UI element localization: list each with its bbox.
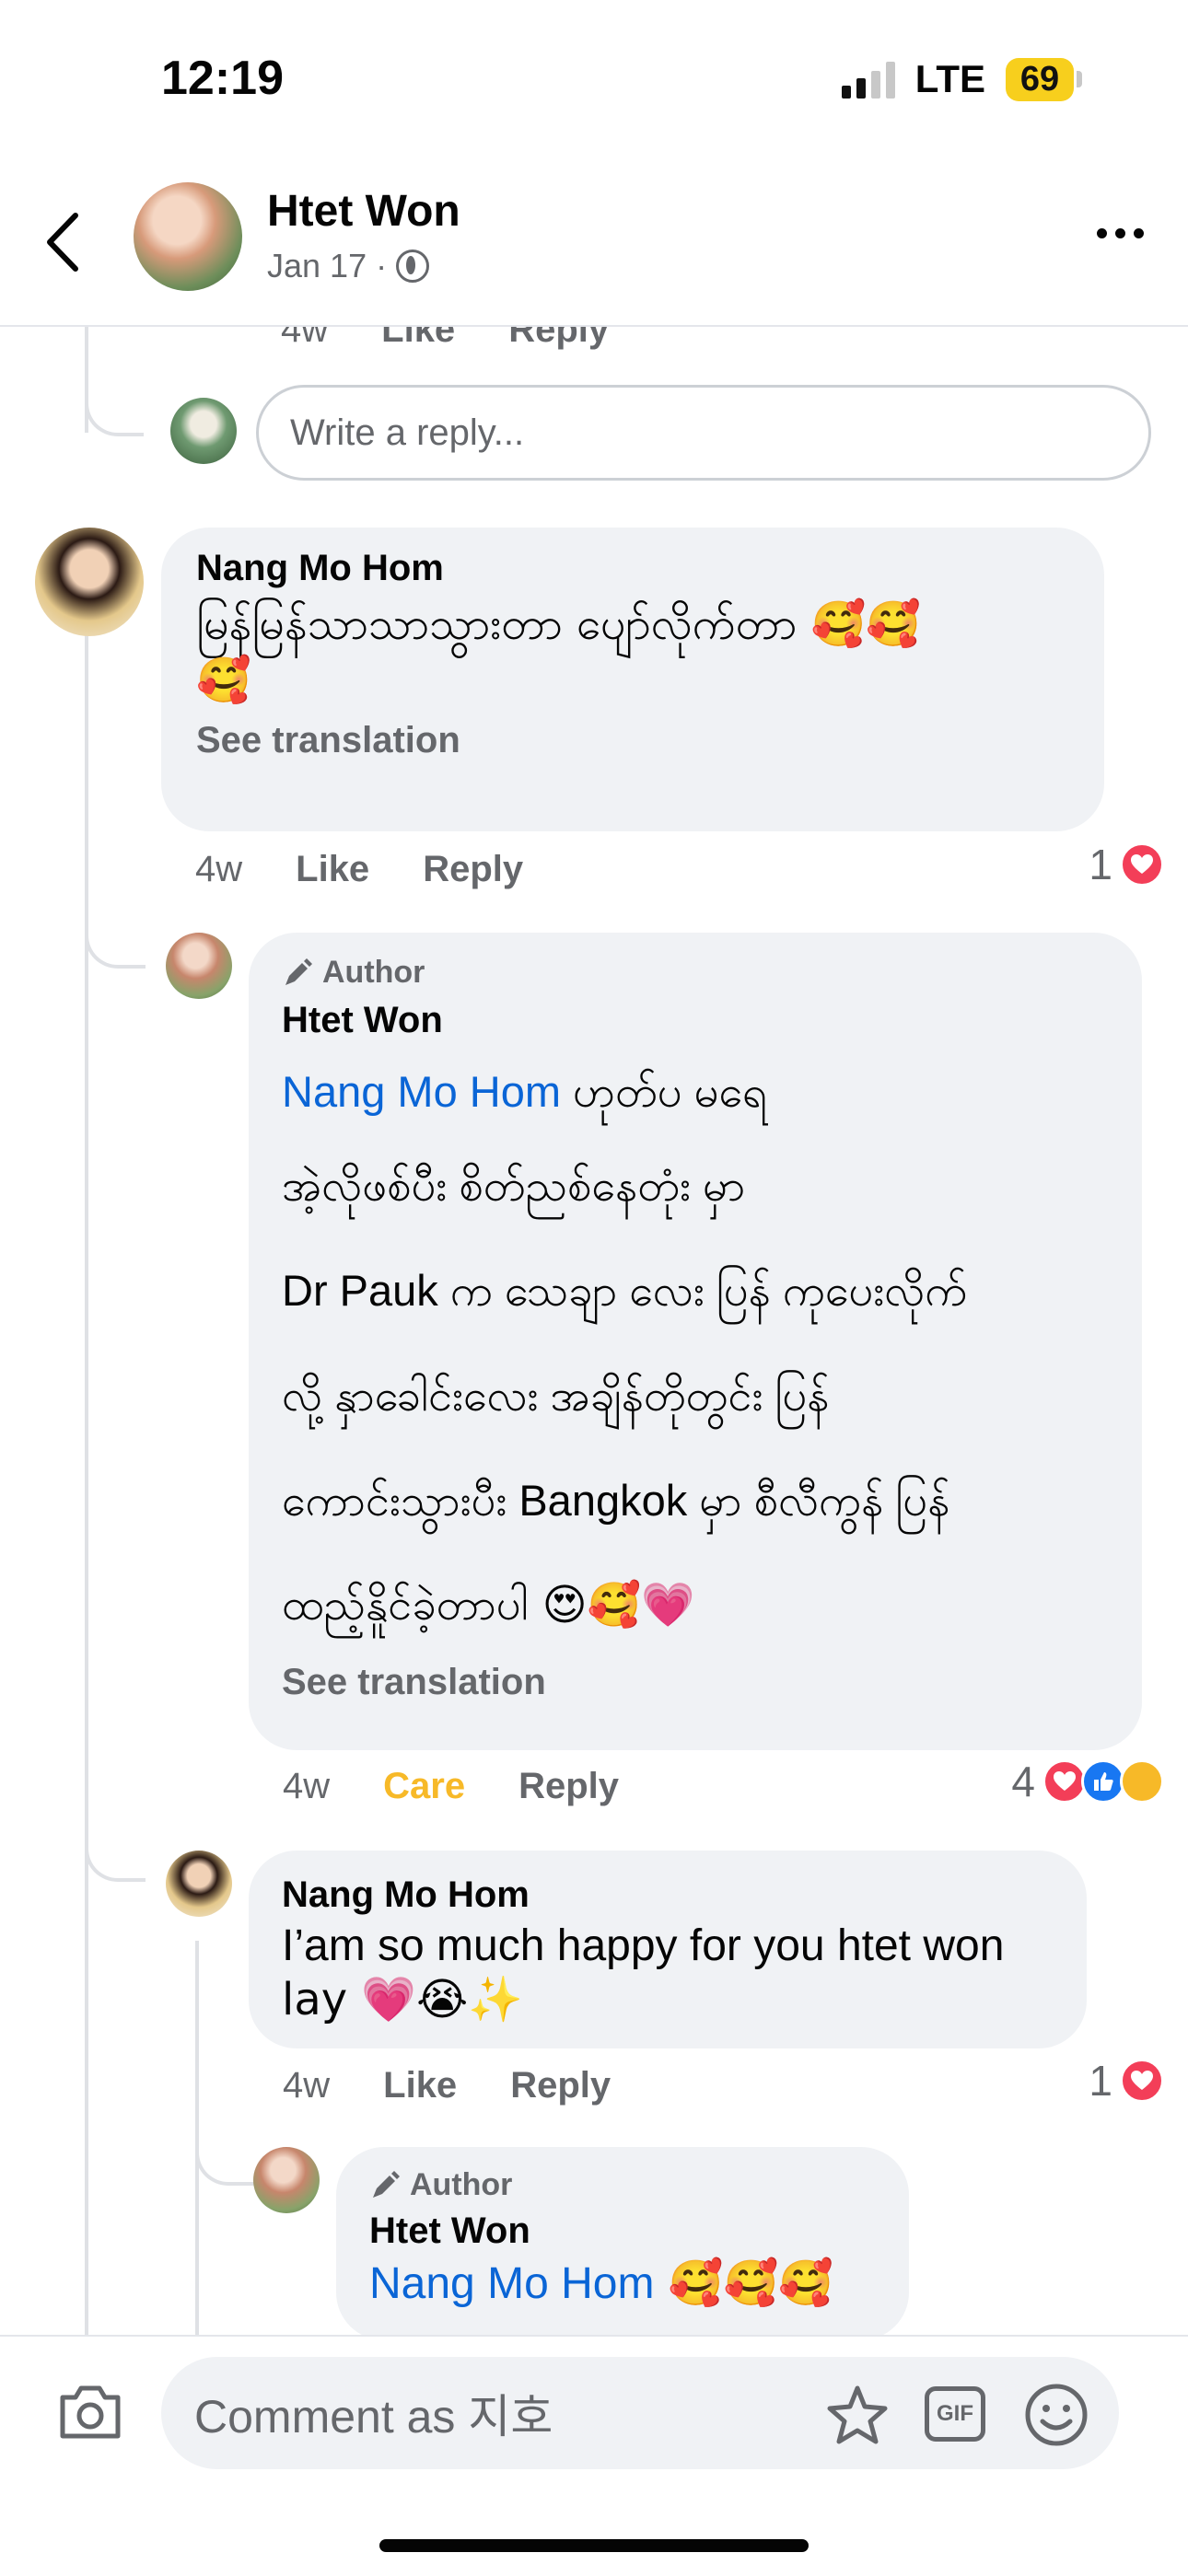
comment-bubble: Nang Mo Hom I’am so much happy for you h…	[249, 1851, 1087, 2048]
comment-line: 🥰	[196, 655, 251, 706]
commenter-name[interactable]: Htet Won	[282, 1000, 1109, 1041]
pen-icon	[285, 957, 312, 985]
commenter-avatar[interactable]	[35, 528, 144, 636]
signal-icon	[841, 60, 895, 99]
sticker-icon[interactable]	[822, 2383, 892, 2447]
see-translation-link[interactable]: See translation	[196, 720, 1069, 761]
thread-elbow	[85, 350, 144, 436]
post-header: Htet Won Jan 17 ·	[0, 166, 1188, 327]
reaction-count: 1	[1089, 841, 1112, 888]
thread-line	[85, 635, 88, 2335]
battery-level: 69	[1006, 57, 1074, 101]
status-time: 12:19	[161, 52, 284, 105]
comment-line: lay 💗😭✨	[282, 1974, 524, 2025]
comment-input-placeholder: Comment as 지호	[194, 2391, 553, 2443]
comment-composer-bar: Comment as 지호 GIF	[0, 2335, 1188, 2576]
comment-line: ထည့်နိူင်ခဲ့တာပါ 😍🥰💗	[282, 1580, 695, 1630]
home-indicator	[379, 2539, 809, 2552]
author-badge: Author	[369, 2167, 876, 2203]
author-avatar[interactable]	[134, 182, 242, 291]
thread-elbow	[85, 1818, 146, 1882]
comment-bubble: Nang Mo Hom မြန်မြန်သာသာသွားတာ ပျော်လိုက…	[161, 528, 1104, 831]
love-reaction-icon	[1042, 1759, 1087, 1804]
comment-actions: 4w Like Reply	[283, 2065, 611, 2106]
like-button[interactable]: Like	[296, 849, 369, 890]
comment-line: 🥰🥰🥰	[654, 2257, 834, 2309]
comment-text: I’am so much happy for you htet won lay …	[282, 1920, 1054, 2026]
comment-time: 4w	[283, 2065, 331, 2106]
meta-separator: ·	[376, 247, 388, 284]
thread-elbow	[195, 2118, 254, 2186]
love-reaction-icon	[1120, 2059, 1164, 2103]
comment-line: အဲ့လိုဖစ်ပီး စိတ်ညစ်နေတုံး မှာ	[282, 1161, 746, 1210]
author-avatar[interactable]	[166, 933, 232, 999]
pen-icon	[373, 2170, 400, 2198]
comment-time: 4w	[195, 849, 243, 889]
comment-bubble: Author Htet Won Nang Mo Hom ဟုတ်ပ မရေ အဲ…	[249, 933, 1142, 1750]
gif-label: GIF	[937, 2401, 973, 2426]
comment-actions: 4w Like Reply	[195, 849, 523, 890]
reply-button[interactable]: Reply	[510, 2065, 611, 2106]
reaction-count: 4	[1011, 1758, 1035, 1805]
reply-button[interactable]: Reply	[518, 1766, 619, 1807]
commenter-name[interactable]: Nang Mo Hom	[282, 1874, 1054, 1916]
reaction-summary[interactable]: 1	[1089, 2056, 1164, 2106]
reaction-summary[interactable]: 1	[1089, 840, 1164, 889]
network-label: LTE	[914, 57, 985, 100]
like-reaction-icon	[1081, 1759, 1125, 1804]
post-meta: Jan 17 ·	[267, 247, 430, 285]
author-name[interactable]: Htet Won	[267, 186, 460, 237]
user-avatar	[170, 398, 237, 464]
author-avatar[interactable]	[253, 2147, 320, 2213]
post-date: Jan 17	[267, 247, 367, 284]
comment-line: ဟုတ်ပ မရေ	[561, 1067, 768, 1116]
see-translation-link[interactable]: See translation	[282, 1662, 1109, 1703]
comment-line: ကောင်းသွားပီး Bangkok မှာ စီလီကွန် ပြန်	[282, 1476, 950, 1525]
comment-actions: 4w Care Reply	[283, 1766, 619, 1807]
love-reaction-icon	[1120, 842, 1164, 887]
more-options-icon[interactable]	[1097, 228, 1144, 238]
comment-time: 4w	[283, 1766, 331, 1806]
commenter-name[interactable]: Nang Mo Hom	[196, 548, 1069, 589]
mention-link[interactable]: Nang Mo Hom	[369, 2259, 654, 2308]
reply-input[interactable]: Write a reply...	[256, 385, 1151, 481]
comment-line: လို့ နှာခေါင်းလေး အချိန်တိုတွင်း ပြန်	[282, 1371, 830, 1420]
battery-icon: 69	[1006, 57, 1082, 101]
care-reaction-icon	[1120, 1759, 1164, 1804]
author-badge: Author	[282, 955, 1109, 991]
comment-line: မြန်မြန်သာသာသွားတာ ပျော်လိုက်တာ 🥰🥰	[196, 598, 921, 650]
status-indicators: LTE 69	[841, 57, 1082, 101]
mention-link[interactable]: Nang Mo Hom	[282, 1067, 561, 1116]
author-badge-label: Author	[410, 2167, 513, 2202]
emoji-icon[interactable]	[1024, 2383, 1089, 2447]
comment-text: Nang Mo Hom ဟုတ်ပ မရေ အဲ့လိုဖစ်ပီး စိတ်ည…	[282, 1050, 1109, 1658]
care-button[interactable]: Care	[383, 1766, 465, 1807]
back-arrow-icon[interactable]	[44, 210, 81, 274]
reaction-summary[interactable]: 4	[1011, 1757, 1164, 1806]
comment-bubble: Author Htet Won Nang Mo Hom 🥰🥰🥰	[336, 2147, 909, 2340]
thread-elbow	[85, 891, 146, 969]
gif-icon[interactable]: GIF	[925, 2386, 985, 2442]
like-button[interactable]: Like	[383, 2065, 457, 2106]
camera-icon[interactable]	[57, 2381, 123, 2442]
commenter-name[interactable]: Htet Won	[369, 2210, 876, 2252]
author-badge-label: Author	[322, 955, 425, 990]
commenter-avatar[interactable]	[166, 1851, 232, 1917]
comment-text: မြန်မြန်သာသာသွားတာ ပျော်လိုက်တာ 🥰🥰 🥰	[196, 597, 1069, 709]
comment-text: Nang Mo Hom 🥰🥰🥰	[369, 2256, 876, 2312]
comment-line: Dr Pauk က သေချာ လေး ပြန် ကုပေးလိုက်	[282, 1266, 968, 1315]
comment-line: I’am so much happy for you htet won	[282, 1921, 1005, 1970]
reply-button[interactable]: Reply	[423, 849, 523, 890]
globe-icon	[396, 249, 430, 283]
reaction-count: 1	[1089, 2057, 1112, 2105]
